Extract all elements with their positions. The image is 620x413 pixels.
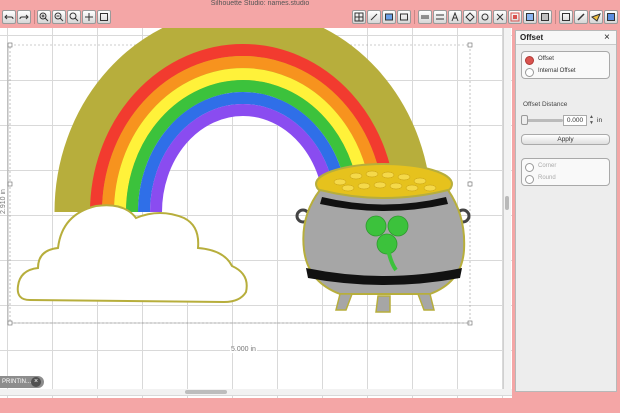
ungroup-icon[interactable] [418,10,432,24]
fill-icon[interactable] [538,10,552,24]
zoom-out-icon[interactable] [52,10,66,24]
fit-page-icon[interactable] [97,10,111,24]
toolbar-divider [34,10,35,24]
option-internal-offset[interactable]: Internal Offset [524,67,608,78]
zoom-in-icon[interactable] [37,10,51,24]
offset-icon [525,56,534,65]
height-dimension: 2.910 in [0,189,7,214]
pot-leg-middle [375,295,391,313]
cloud [16,204,248,304]
width-dimension: 5.000 in [230,346,257,353]
trace-icon[interactable] [523,10,537,24]
panel-title: Offset [520,33,544,42]
artwork [7,28,473,326]
align-icon[interactable] [382,10,396,24]
distance-unit: in [597,117,603,124]
group-icon[interactable] [397,10,411,24]
corner-icon [525,163,534,172]
transform-icon[interactable] [463,10,477,24]
offset-icon[interactable] [508,10,522,24]
option-round[interactable]: Round [524,174,608,185]
offset-type-group: Offset Internal Offset [521,51,610,79]
pan-icon[interactable] [82,10,96,24]
eraser-icon[interactable] [574,10,588,24]
horizontal-scrollbar[interactable] [0,389,512,395]
distance-input[interactable]: 0.000 [563,115,587,126]
distance-label: Offset Distance [523,101,568,108]
line-icon[interactable] [433,10,447,24]
stepper-down-icon[interactable]: ▼ [589,120,595,126]
internal-offset-icon [525,68,534,77]
modify-icon[interactable] [493,10,507,24]
option-offset[interactable]: Offset [524,55,608,66]
apply-button[interactable]: Apply [521,134,610,145]
draw-icon[interactable] [367,10,381,24]
corner-type-group: Corner Round [521,158,610,186]
window-title: Silhouette Studio: names.studio [210,0,310,7]
close-icon[interactable]: × [31,377,41,387]
design-canvas[interactable]: 5.000 in 2.910 in [0,28,512,400]
replicate-icon[interactable] [478,10,492,24]
knife-icon[interactable] [559,10,573,24]
send-icon[interactable] [589,10,603,24]
toolbar-divider [414,10,415,24]
distance-slider-knob[interactable] [521,115,528,125]
grid-icon[interactable] [352,10,366,24]
close-icon[interactable]: × [604,31,610,45]
redo-icon[interactable] [17,10,31,24]
toolbar-divider [555,10,556,24]
pot-leg-right [416,293,435,311]
panel-header: Offset × [516,31,616,45]
option-corner[interactable]: Corner [524,162,608,173]
zoom-select-icon[interactable] [67,10,81,24]
status-bar [0,398,620,413]
distance-slider[interactable] [523,119,563,122]
pot-leg-left [335,293,354,311]
toolbar: Silhouette Studio: names.studio [0,0,620,28]
offset-panel: Offset × Offset Internal Offset Offset D… [515,30,617,392]
settings-icon[interactable] [604,10,618,24]
vertical-scroll-thumb[interactable] [505,196,509,210]
text-icon[interactable] [448,10,462,24]
round-icon [525,175,534,184]
horizontal-scroll-thumb[interactable] [185,390,227,394]
undo-icon[interactable] [2,10,16,24]
distance-stepper[interactable]: ▲ ▼ [589,114,595,127]
